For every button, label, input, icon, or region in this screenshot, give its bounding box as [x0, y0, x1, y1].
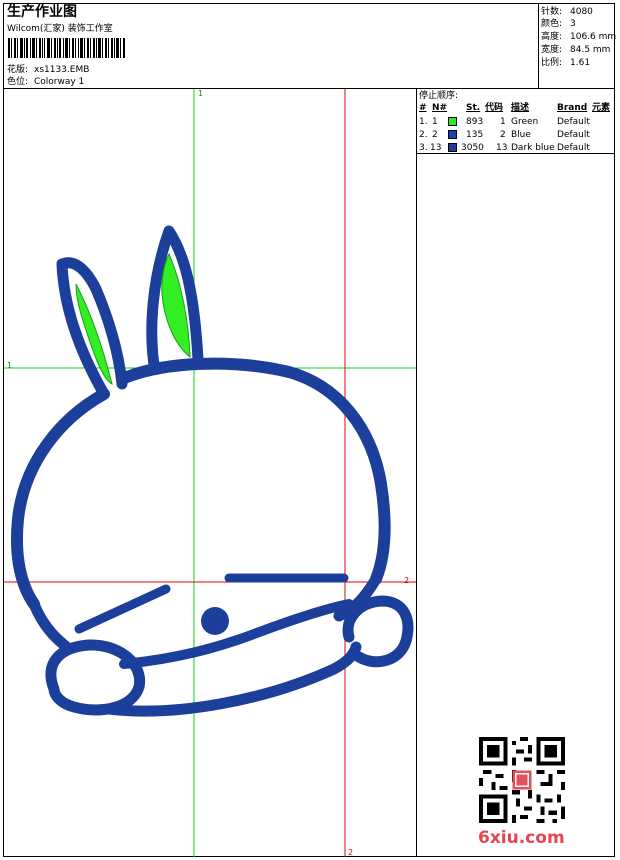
table-bottom-divider [416, 153, 615, 154]
row-stitches: 3050 [461, 143, 484, 153]
barcode-icon [8, 38, 125, 58]
left-eye [74, 584, 171, 634]
guide-green-v-label: 1 [198, 89, 204, 98]
stat-colors-label: 颜色: [541, 19, 563, 29]
col-element: 元素 [592, 103, 611, 113]
row-brand: Default [557, 143, 590, 153]
row-description: Blue [511, 130, 531, 140]
head-left-arc [10, 388, 110, 610]
col-index: # [419, 103, 427, 113]
row-n: 1 [432, 117, 438, 127]
stats-divider [538, 3, 539, 88]
col-stitches: St. [466, 103, 481, 113]
row-index: 2. [419, 130, 428, 140]
design-value: xs1133.EMB [34, 65, 90, 75]
row-n: 13 [430, 143, 442, 153]
row-stitches: 135 [466, 130, 484, 140]
stat-scale-label: 比例: [541, 58, 563, 68]
col-description: 描述 [511, 103, 530, 113]
row-description: Green [511, 117, 539, 127]
company-name: Wilcom(汇家) 装饰工作室 [7, 24, 113, 34]
row-code: 13 [496, 143, 508, 153]
row-description: Dark blue [511, 143, 555, 153]
stat-stitches-value: 4080 [570, 7, 593, 17]
stat-width-value: 84.5 mm [570, 45, 611, 55]
colorway-value: Colorway 1 [34, 77, 85, 87]
stat-colors-value: 3 [570, 19, 576, 29]
panel-divider [416, 88, 417, 857]
page-title: 生产作业图 [7, 4, 77, 20]
qr-code-icon [479, 737, 565, 823]
stat-width-label: 宽度: [541, 45, 563, 55]
design-label: 花版: [7, 65, 29, 75]
row-index: 3. [419, 143, 428, 153]
color-swatch [448, 143, 457, 152]
stat-height-value: 106.6 mm [570, 32, 617, 42]
left-cheek [45, 639, 146, 716]
row-n: 2 [432, 130, 438, 140]
embroidery-canvas [4, 89, 416, 857]
row-index: 1. [419, 117, 428, 127]
stitch-outline [10, 225, 414, 717]
color-swatch [448, 130, 457, 139]
guide-green-h-label: 1 [7, 361, 13, 370]
watermark-logo: 6xiu.com [478, 828, 565, 848]
row-brand: Default [557, 130, 590, 140]
col-n: N# [432, 103, 448, 113]
row-code: 2 [500, 130, 506, 140]
nose [201, 607, 229, 635]
stop-sequence-title: 停止顺序: [419, 91, 459, 101]
stat-height-label: 高度: [541, 32, 563, 42]
colorway-label: 色位: [7, 77, 29, 87]
col-code: 代码 [485, 103, 504, 113]
row-code: 1 [500, 117, 506, 127]
stat-scale-value: 1.61 [570, 58, 591, 68]
guide-red-h-label: 2 [404, 576, 410, 585]
color-swatch [448, 117, 457, 126]
guide-red-v-label: 2 [348, 848, 354, 857]
mouth-line [119, 599, 354, 669]
row-stitches: 893 [466, 117, 484, 127]
col-brand: Brand [557, 103, 588, 113]
stat-stitches-label: 针数: [541, 7, 563, 17]
row-brand: Default [557, 117, 590, 127]
